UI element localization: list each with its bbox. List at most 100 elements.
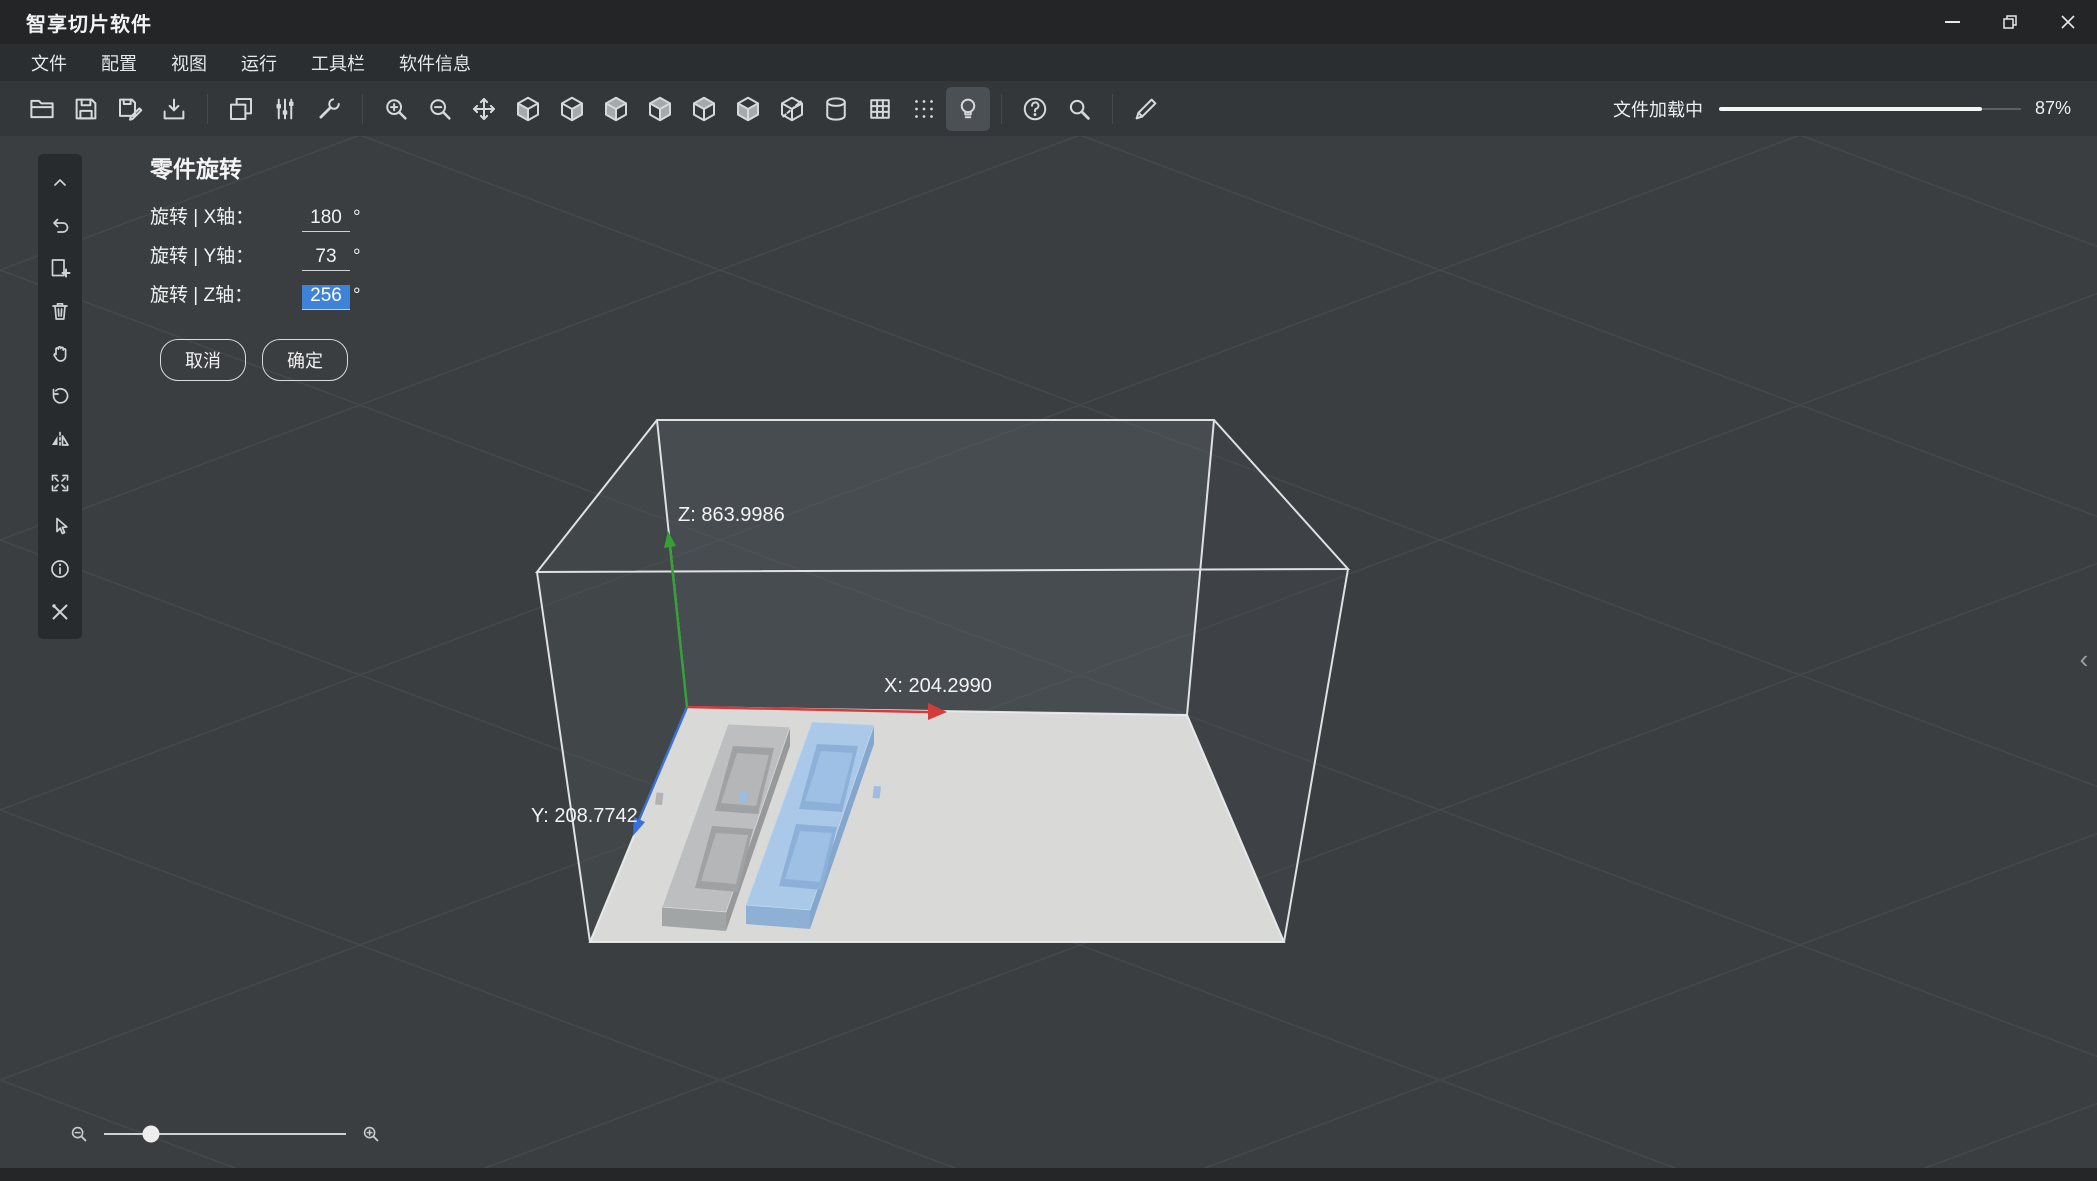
cylinder-view-button[interactable] [814,87,858,131]
expand-icon [51,474,69,491]
progress-label: 文件加载中 [1612,99,1703,120]
move-icon [473,97,495,120]
select-button[interactable] [42,508,78,544]
duplicate-button[interactable] [219,87,263,131]
zoom-out-button[interactable] [418,87,462,131]
model-cage-button[interactable] [858,87,902,131]
close-icon [2061,15,2075,29]
view-bottom-button[interactable] [726,87,770,131]
view-back-icon [561,96,583,121]
rotate-x-row: 旋转 | X轴： 180 ° [150,202,480,241]
zoom-slider[interactable] [104,1124,346,1144]
view-bottom-icon [737,96,759,121]
save-as-icon [119,98,143,121]
help-button[interactable] [1013,87,1057,131]
repair-button[interactable] [307,87,351,131]
side-toolbar [38,154,82,639]
zoom-slider-handle[interactable] [142,1125,160,1143]
add-model-icon [51,258,71,277]
view-left-button[interactable] [594,87,638,131]
rotate-x-unit: ° [353,207,361,228]
import-model-button[interactable] [152,87,196,131]
inspect-button[interactable] [1057,87,1101,131]
wrench-icon [319,97,340,118]
pen-icon [1135,98,1157,119]
file-loading-progress: 文件加载中 87% [1613,96,2071,122]
zoom-in-icon [386,98,407,120]
z-axis-label: Z: 863.9986 [678,504,785,526]
menu-run[interactable]: 运行 [224,44,294,82]
lightbulb-icon [960,98,976,118]
zoom-out-icon [430,98,451,120]
view-iso-icon [781,96,803,121]
menu-config[interactable]: 配置 [84,44,154,82]
y-axis-label: Y: 208.7742 [531,805,638,827]
minimize-button[interactable] [1923,0,1981,44]
rotate-ccw-icon [52,387,69,404]
mirror-button[interactable] [42,422,78,458]
rotate-z-unit: ° [353,285,361,306]
magnifier-minus-icon [71,1126,87,1142]
rotate-x-input[interactable]: 180 [302,207,350,232]
progress-fill [1718,106,1982,111]
import-model-icon [163,98,185,119]
view-back-button[interactable] [550,87,594,131]
progress-percent: 87% [2034,98,2071,118]
duplicate-icon [230,97,252,120]
sliders-icon [276,98,294,119]
open-file-button[interactable] [20,87,64,131]
rotate-z-row: 旋转 | Z轴： 256 ° [150,280,480,319]
rotate-x-label: 旋转 | X轴： [150,207,255,228]
maximize-button[interactable] [1981,0,2039,44]
point-cloud-button[interactable] [902,87,946,131]
add-model-button[interactable] [42,250,78,286]
menu-view[interactable]: 视图 [154,44,224,82]
pan-button[interactable] [42,336,78,372]
repair-tools-button[interactable] [42,594,78,630]
close-button[interactable] [2039,0,2097,44]
fit-view-button[interactable] [42,465,78,501]
magnifier-plus-icon [363,1126,379,1142]
light-toggle-button[interactable] [946,86,990,131]
save-as-button[interactable] [108,87,152,131]
menu-toolbar[interactable]: 工具栏 [294,44,382,82]
move-button[interactable] [462,87,506,131]
viewport: Z: 863.9986 X: 204.2990 Y: 208.7742 零件旋转… [0,136,2097,1181]
menu-software-info[interactable]: 软件信息 [382,44,488,82]
rotate-y-label: 旋转 | Y轴： [150,246,255,267]
model-info-button[interactable] [42,551,78,587]
rotate-view-button[interactable] [42,379,78,415]
rotate-y-unit: ° [353,246,361,267]
toolbar-separator [362,93,363,124]
chevron-up-icon [54,178,66,186]
delete-model-button[interactable] [42,293,78,329]
rotate-z-input[interactable]: 256 [302,285,350,310]
collapse-right-panel-button[interactable]: ‹ [2073,641,2095,677]
view-front-button[interactable] [506,87,550,131]
cancel-button[interactable]: 取消 [160,339,246,381]
restore-icon [2003,15,2017,29]
collapse-side-toolbar-button[interactable] [42,164,78,200]
view-right-button[interactable] [638,87,682,131]
view-top-button[interactable] [682,87,726,131]
adjust-parameters-button[interactable] [263,87,307,131]
zoom-out-small-button[interactable] [62,1117,96,1151]
confirm-button[interactable]: 确定 [262,339,348,381]
window-controls [1923,0,2097,44]
rotation-panel-title: 零件旋转 [150,156,242,182]
annotate-button[interactable] [1124,87,1168,131]
save-button[interactable] [64,87,108,131]
mirror-icon [52,431,69,448]
rotate-y-input[interactable]: 73 [302,246,350,271]
rotate-z-label: 旋转 | Z轴： [150,285,254,306]
crossed-tools-icon [52,603,68,619]
view-top-icon [693,96,715,121]
menu-file[interactable]: 文件 [14,44,84,82]
view-iso-button[interactable] [770,87,814,131]
info-icon [51,559,69,578]
hand-icon [53,345,67,362]
zoom-in-button[interactable] [374,87,418,131]
minimize-icon [1944,21,1960,23]
undo-button[interactable] [42,207,78,243]
zoom-in-small-button[interactable] [354,1117,388,1151]
